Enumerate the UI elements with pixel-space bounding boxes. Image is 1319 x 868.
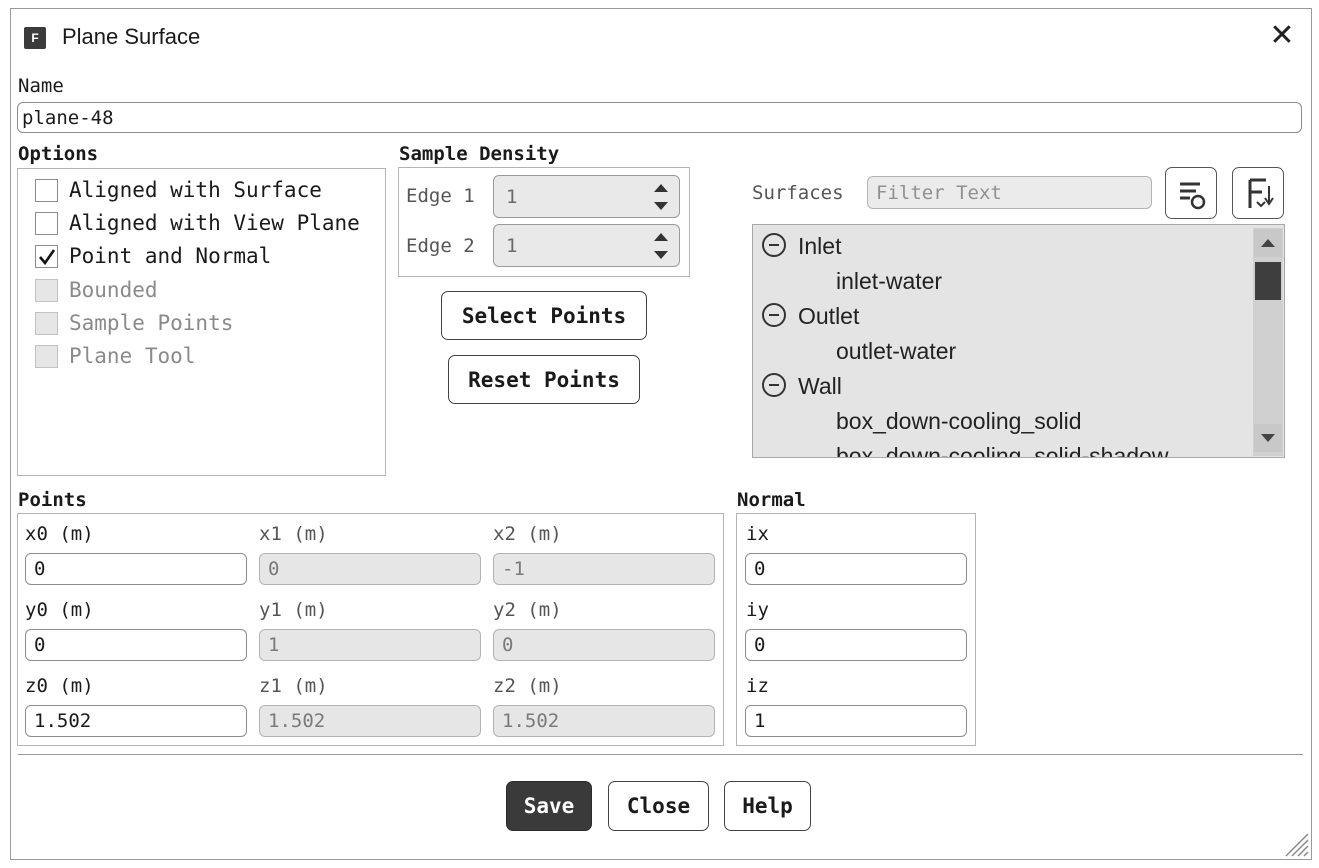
save-button[interactable]: Save bbox=[506, 781, 592, 831]
y0-label: y0 (m) bbox=[25, 599, 94, 621]
x2-value: -1 bbox=[502, 558, 525, 580]
x1-input[interactable]: 0 bbox=[259, 553, 481, 585]
tree-item-box-down-cooling-solid-shadow[interactable]: box_down-cooling_solid-shadow bbox=[836, 443, 1168, 457]
tree-group-wall[interactable]: Wall bbox=[798, 373, 842, 400]
options-title: Options bbox=[18, 143, 99, 165]
tree-clip: box_down-cooling_solid-shadow bbox=[753, 440, 1253, 457]
arrow-up-icon bbox=[1261, 239, 1275, 247]
select-points-button[interactable]: Select Points bbox=[441, 291, 647, 340]
y2-label: y2 (m) bbox=[493, 599, 562, 621]
x1-value: 0 bbox=[268, 558, 280, 580]
x2-input[interactable]: -1 bbox=[493, 553, 715, 585]
point-and-normal-label[interactable]: Point and Normal bbox=[69, 244, 271, 268]
collapse-icon[interactable] bbox=[762, 373, 786, 397]
resize-grip-icon[interactable] bbox=[1282, 826, 1310, 858]
help-button[interactable]: Help bbox=[724, 781, 811, 831]
filter-list-button[interactable] bbox=[1165, 167, 1217, 219]
y0-input[interactable]: 0 bbox=[25, 629, 247, 661]
iz-value: 1 bbox=[754, 710, 766, 732]
reset-points-button[interactable]: Reset Points bbox=[448, 355, 640, 404]
name-input[interactable]: plane-48 bbox=[17, 102, 1302, 133]
z1-input[interactable]: 1.502 bbox=[259, 705, 481, 737]
title-bar[interactable] bbox=[11, 9, 1311, 65]
x2-label: x2 (m) bbox=[493, 523, 562, 545]
iy-label: iy bbox=[746, 599, 769, 621]
arrow-down-icon bbox=[1261, 434, 1275, 442]
normal-title: Normal bbox=[737, 489, 806, 511]
y2-value: 0 bbox=[502, 634, 514, 656]
z1-label: z1 (m) bbox=[259, 675, 328, 697]
z2-value: 1.502 bbox=[502, 710, 560, 732]
ix-label: ix bbox=[746, 523, 769, 545]
scroll-thumb[interactable] bbox=[1255, 262, 1281, 300]
tree-group-inlet[interactable]: Inlet bbox=[798, 233, 841, 260]
z1-value: 1.502 bbox=[268, 710, 326, 732]
bounded-checkbox[interactable] bbox=[35, 279, 58, 302]
spinner-arrows-icon[interactable] bbox=[651, 180, 671, 214]
selection-toggle-icon bbox=[1248, 178, 1274, 208]
surfaces-label: Surfaces bbox=[752, 182, 844, 204]
select-all-button[interactable] bbox=[1232, 167, 1284, 219]
z0-label: z0 (m) bbox=[25, 675, 94, 697]
sample-points-checkbox[interactable] bbox=[35, 312, 58, 335]
aligned-with-surface-label[interactable]: Aligned with Surface bbox=[69, 178, 322, 202]
tree-item-outlet-water[interactable]: outlet-water bbox=[836, 338, 956, 365]
edge1-value: 1 bbox=[506, 185, 518, 208]
x1-label: x1 (m) bbox=[259, 523, 328, 545]
tree-item-inlet-water[interactable]: inlet-water bbox=[836, 268, 942, 295]
scroll-down-button[interactable] bbox=[1254, 424, 1282, 452]
surfaces-filter-input[interactable]: Filter Text bbox=[867, 176, 1152, 209]
plane-tool-checkbox[interactable] bbox=[35, 345, 58, 368]
edge1-label: Edge 1 bbox=[406, 185, 475, 207]
z2-label: z2 (m) bbox=[493, 675, 562, 697]
y1-input[interactable]: 1 bbox=[259, 629, 481, 661]
close-window-icon[interactable]: ✕ bbox=[1266, 20, 1298, 52]
window-title: Plane Surface bbox=[62, 24, 201, 49]
points-title: Points bbox=[18, 489, 87, 511]
edge2-spinner[interactable]: 1 bbox=[493, 224, 680, 267]
z2-input[interactable]: 1.502 bbox=[493, 705, 715, 737]
bounded-label: Bounded bbox=[69, 278, 158, 302]
y0-value: 0 bbox=[34, 634, 46, 656]
scroll-up-button[interactable] bbox=[1254, 229, 1282, 257]
tree-group-outlet[interactable]: Outlet bbox=[798, 303, 859, 330]
close-button[interactable]: Close bbox=[608, 781, 709, 831]
edge2-label: Edge 2 bbox=[406, 235, 475, 257]
ix-input[interactable]: 0 bbox=[745, 553, 967, 585]
iy-value: 0 bbox=[754, 634, 766, 656]
sample-density-title: Sample Density bbox=[399, 143, 560, 165]
fluent-app-icon: F bbox=[24, 27, 46, 49]
sample-points-label: Sample Points bbox=[69, 311, 234, 335]
point-and-normal-checkbox[interactable] bbox=[35, 245, 58, 268]
collapse-icon[interactable] bbox=[762, 303, 786, 327]
checkmark-icon bbox=[39, 249, 56, 266]
tree-item-box-down-cooling-solid[interactable]: box_down-cooling_solid bbox=[836, 408, 1082, 435]
z0-value: 1.502 bbox=[34, 710, 92, 732]
y2-input[interactable]: 0 bbox=[493, 629, 715, 661]
name-label: Name bbox=[18, 75, 64, 97]
name-input-value: plane-48 bbox=[22, 106, 114, 129]
x0-label: x0 (m) bbox=[25, 523, 94, 545]
iz-input[interactable]: 1 bbox=[745, 705, 967, 737]
z0-input[interactable]: 1.502 bbox=[25, 705, 247, 737]
plane-tool-label: Plane Tool bbox=[69, 344, 196, 368]
aligned-with-surface-checkbox[interactable] bbox=[35, 179, 58, 202]
filter-options-icon bbox=[1180, 182, 1206, 210]
spinner-arrows-icon[interactable] bbox=[651, 229, 671, 263]
y1-value: 1 bbox=[268, 634, 280, 656]
collapse-icon[interactable] bbox=[762, 233, 786, 257]
y1-label: y1 (m) bbox=[259, 599, 328, 621]
aligned-with-view-plane-checkbox[interactable] bbox=[35, 212, 58, 235]
x0-value: 0 bbox=[34, 558, 46, 580]
surfaces-filter-placeholder: Filter Text bbox=[876, 181, 1002, 204]
iz-label: iz bbox=[746, 675, 769, 697]
iy-input[interactable]: 0 bbox=[745, 629, 967, 661]
edge1-spinner[interactable]: 1 bbox=[493, 175, 680, 218]
ix-value: 0 bbox=[754, 558, 766, 580]
x0-input[interactable]: 0 bbox=[25, 553, 247, 585]
footer-separator bbox=[18, 754, 1303, 755]
edge2-value: 1 bbox=[506, 234, 518, 257]
aligned-with-view-plane-label[interactable]: Aligned with View Plane bbox=[69, 211, 360, 235]
